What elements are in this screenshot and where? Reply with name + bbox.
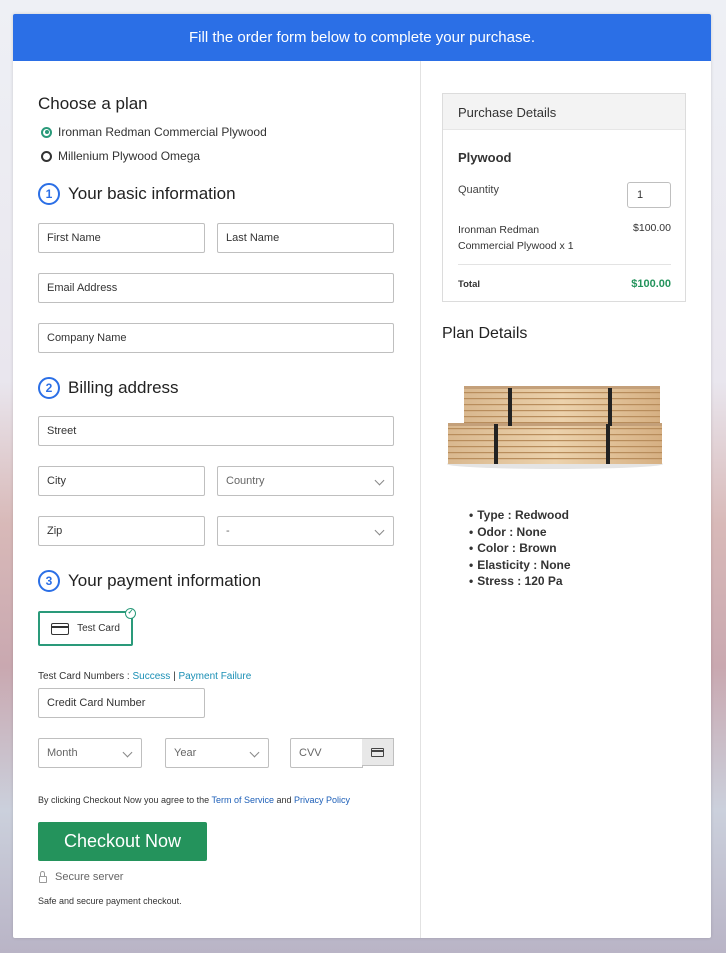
feature-item: Stress : 120 Pa [469,573,571,590]
plan-option-ironman[interactable]: Ironman Redman Commercial Plywood [41,125,267,139]
first-name-field[interactable]: First Name [38,223,205,253]
state-select[interactable]: - [217,516,394,546]
line-item-line2: Commercial Plywood x 1 [458,240,574,252]
feature-item: Color : Brown [469,540,571,557]
link-separator: | [173,671,176,682]
terms-text: By clicking Checkout Now you agree to th… [38,795,350,805]
email-field[interactable]: Email Address [38,273,394,303]
safe-checkout-text: Safe and secure payment checkout. [38,896,182,906]
privacy-policy-link[interactable]: Privacy Policy [294,795,350,805]
purchase-details-heading: Purchase Details [443,94,685,130]
checkout-now-button[interactable]: Checkout Now [38,822,207,861]
city-field[interactable]: City [38,466,205,496]
credit-card-number-field[interactable]: Credit Card Number [38,688,205,718]
terms-prefix: By clicking Checkout Now you agree to th… [38,795,210,805]
step-title: Billing address [68,378,179,397]
radio-selected-icon[interactable] [41,126,52,138]
step-number-icon: 1 [38,183,60,205]
payment-heading: 3 Your payment information [38,570,261,592]
payment-failure-link[interactable]: Payment Failure [178,671,251,682]
total-label: Total [458,279,480,290]
line-item-price: $100.00 [633,222,671,234]
product-name: Plywood [458,150,512,165]
chevron-down-icon [122,747,133,758]
step-number-icon: 3 [38,570,60,592]
quantity-label: Quantity [458,184,499,196]
plan-option-label: Millenium Plywood Omega [58,149,201,163]
total-divider [458,264,671,265]
year-select[interactable]: Year [165,738,269,768]
feature-item: Elasticity : None [469,557,570,574]
test-card-option[interactable]: Test Card ✓ [38,608,136,646]
street-field[interactable]: Street [38,416,394,446]
year-select-value: Year [174,747,197,759]
purchase-details-panel: Purchase Details Plywood Quantity 1 Iron… [442,93,686,302]
state-select-value: - [226,525,230,537]
plywood-stack-image [447,386,663,469]
checkmark-icon: ✓ [125,608,136,619]
total-value: $100.00 [631,278,671,290]
feature-item: Type : Redwood [469,507,571,524]
header-banner: Fill the order form below to complete yo… [13,14,711,61]
secure-server: Secure server [39,870,124,883]
test-numbers-prefix: Test Card Numbers : [38,671,130,682]
cvv-field[interactable]: CVV [290,738,363,768]
step-number-icon: 2 [38,377,60,399]
zip-field[interactable]: Zip [38,516,205,546]
country-select[interactable]: Country [217,466,394,496]
column-divider [420,61,421,938]
plan-option-label: Ironman Redman Commercial Plywood [58,125,267,139]
step-title: Your payment information [68,571,262,590]
cvv-info-button[interactable] [362,738,394,766]
country-select-value: Country [226,475,265,487]
lock-icon [39,870,47,883]
chevron-down-icon [374,475,385,486]
test-card-label: Test Card [77,623,120,634]
test-card-numbers: Test Card Numbers : Success | Payment Fa… [38,671,251,682]
credit-card-icon [371,747,384,757]
last-name-field[interactable]: Last Name [217,223,394,253]
plan-details-heading: Plan Details [442,325,528,342]
feature-item: Odor : None [469,524,571,541]
plan-features-list: Type : Redwood Odor : None Color : Brown… [469,507,571,590]
credit-card-icon [51,622,70,635]
month-select-value: Month [47,747,78,759]
billing-heading: 2 Billing address [38,377,179,399]
plan-option-millenium[interactable]: Millenium Plywood Omega [41,149,200,163]
month-select[interactable]: Month [38,738,142,768]
company-field[interactable]: Company Name [38,323,394,353]
secure-server-label: Secure server [55,871,124,883]
line-item-name: Ironman Redman Commercial Plywood x 1 [458,222,574,254]
success-link[interactable]: Success [132,671,170,682]
step-title: Your basic information [68,184,236,203]
quantity-input[interactable]: 1 [627,182,671,208]
radio-unselected-icon[interactable] [41,150,52,162]
terms-and: and [276,795,292,805]
basic-info-heading: 1 Your basic information [38,183,236,205]
line-item-line1: Ironman Redman [458,224,540,236]
terms-of-service-link[interactable]: Term of Service [211,795,274,805]
chevron-down-icon [249,747,260,758]
chevron-down-icon [374,525,385,536]
choose-plan-heading: Choose a plan [38,94,148,113]
